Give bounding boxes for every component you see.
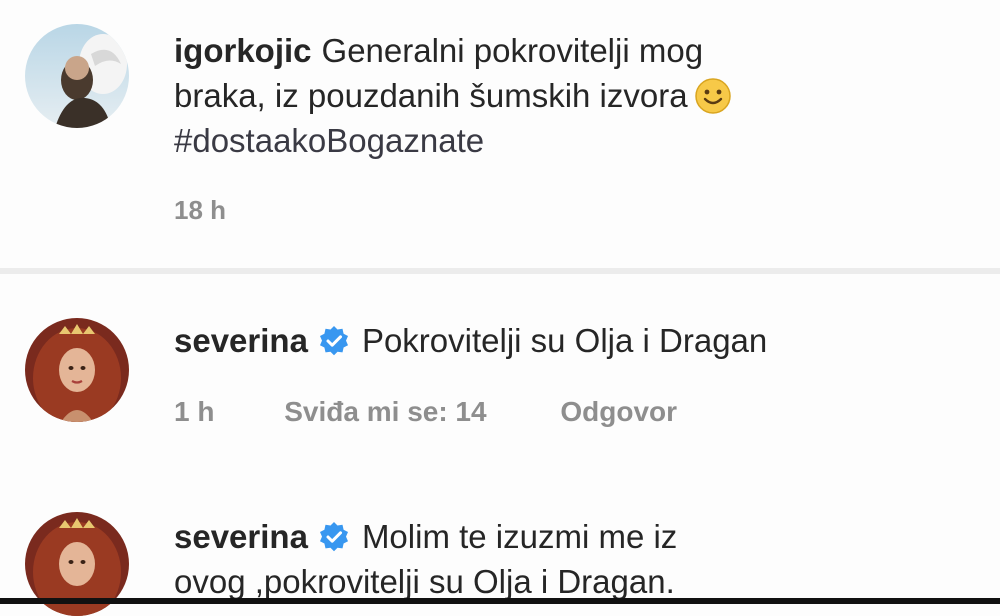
likes-count[interactable]: Sviđa mi se: 14 [284,396,486,428]
bottom-edge [0,598,1000,604]
comment-text: Pokrovitelji su Olja i Dragan [361,322,768,359]
smiling-face-emoji-icon [694,77,732,115]
verified-badge-icon [318,519,350,552]
post-meta: 18 h [174,195,226,226]
comment-meta: 1 h Sviđa mi se: 14 Odgovor [174,396,677,428]
post-caption: igorkojic Generalni pokrovitelji mog brak… [174,28,980,163]
section-divider [0,268,1000,274]
caption-line-3: #dostaakoBogaznate [174,118,980,163]
caption-line-2: braka, iz pouzdanih šumskih izvora [174,73,980,118]
verified-badge-icon [318,323,350,356]
username[interactable]: severina [174,518,308,555]
comment-text: Molim te izuzmi me iz [361,518,678,555]
reply-button[interactable]: Odgovor [560,396,677,428]
caption-text: Generalni pokrovitelji mog [321,32,704,69]
avatar[interactable] [25,318,129,422]
comment-timestamp[interactable]: 1 h [174,396,214,428]
avatar-image [25,318,129,422]
hashtag-link[interactable]: #dostaakoBogaznate [174,122,484,159]
caption-text: braka, iz pouzdanih šumskih izvora [174,77,688,114]
comment-line-1: severina Molim te izuzmi me iz [174,514,980,559]
username[interactable]: severina [174,322,308,359]
comment-text: ovog ,pokrovitelji su Olja i Dragan. [174,563,675,600]
avatar[interactable] [25,24,129,128]
avatar-image [25,24,129,128]
comment-body: severina Pokrovitelji su Olja i Dragan [174,318,980,363]
comment-body: severina Molim te izuzmi me iz ovog ,pok… [174,514,980,604]
post-timestamp[interactable]: 18 h [174,195,226,226]
username[interactable]: igorkojic [174,32,312,69]
caption-line-1: igorkojic Generalni pokrovitelji mog [174,28,980,73]
